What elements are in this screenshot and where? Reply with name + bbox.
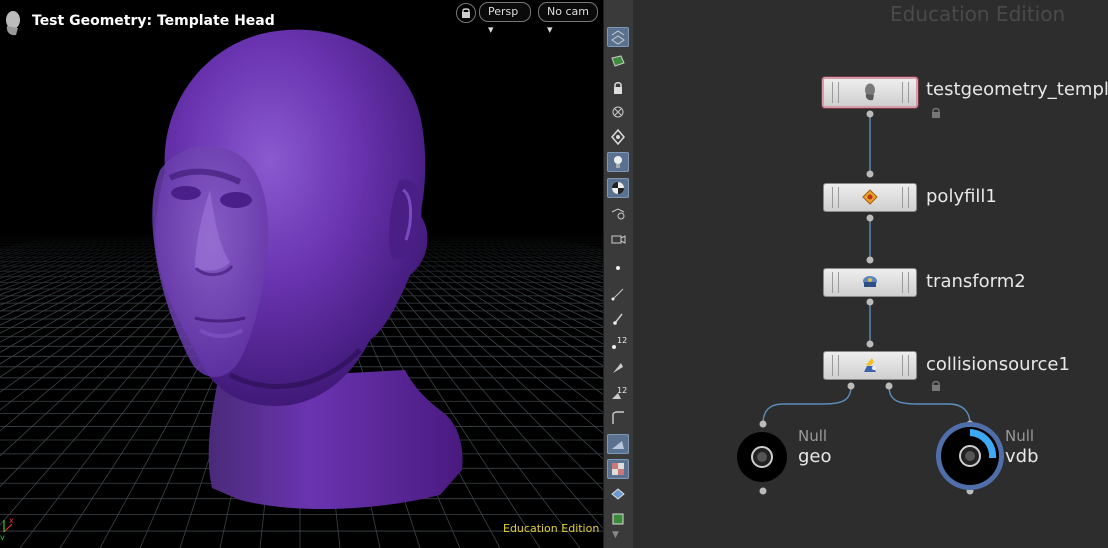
display-options-toolbar: 12 12 ▼ (603, 0, 634, 548)
node-collisionsource[interactable] (823, 351, 917, 380)
chevron-down-icon[interactable]: ▼ (612, 530, 619, 540)
toolbar-button-camera[interactable] (607, 228, 629, 248)
axis-y-label: y (0, 533, 5, 540)
point-display-icon (616, 266, 620, 270)
node-transform[interactable] (823, 268, 917, 297)
null-type-label-vdb: Null (1005, 427, 1035, 445)
head-icon (860, 82, 880, 102)
node-testgeometry[interactable] (822, 77, 918, 108)
node-label-polyfill[interactable]: polyfill1 (926, 186, 997, 207)
toolbar-button-vertex[interactable] (607, 358, 629, 378)
snapshot-icon (611, 488, 625, 500)
axis-gizmo: x y (0, 516, 14, 540)
lock-icon (932, 107, 940, 118)
checker-icon (612, 463, 624, 475)
toolbar-button-lock[interactable] (607, 78, 629, 98)
display-wireframe-icon (611, 30, 625, 45)
display-flag-icon (936, 422, 1004, 490)
perspective-label: Persp (488, 5, 519, 18)
head-geometry (152, 29, 463, 510)
visualizer-icon (611, 208, 625, 220)
toolbar-button-snapshot[interactable] (607, 484, 629, 504)
null-name-label-vdb[interactable]: vdb (1005, 446, 1039, 467)
toolbar-button-prim-normal[interactable] (607, 308, 629, 328)
show-guides-icon (611, 128, 625, 146)
head-icon (6, 11, 20, 36)
toolbar-button-checker[interactable] (607, 459, 629, 479)
perspective-menu[interactable]: Persp ▾ (479, 2, 531, 36)
uv-display-icon (612, 411, 624, 424)
shading-mode-icon (612, 182, 624, 194)
toolbar-button-ghost[interactable] (607, 102, 629, 122)
overlay-icon (612, 513, 624, 525)
transform-icon (860, 272, 880, 292)
toolbar-button-template-display[interactable] (607, 52, 629, 72)
null-icon (751, 446, 773, 468)
network-editor[interactable]: Education Edition testgeometry_templ pol… (633, 0, 1108, 548)
node-label-testgeometry[interactable]: testgeometry_templ (926, 79, 1108, 100)
null-node-vdb[interactable] (934, 420, 1006, 492)
lighting-icon (614, 156, 622, 168)
scene-viewport[interactable]: Test Geometry: Template Head Persp ▾ No … (0, 0, 603, 548)
node-label-transform[interactable]: transform2 (926, 271, 1026, 292)
polyfill-icon (860, 187, 880, 207)
point-number-icon: 12 (612, 336, 627, 349)
axis-x-label: x (9, 516, 14, 525)
camera-icon (611, 235, 626, 244)
null-type-label-geo: Null (798, 427, 828, 445)
viewport-watermark: Education Edition (503, 522, 600, 535)
camera-label: No cam (547, 5, 589, 18)
template-display-icon (611, 55, 625, 67)
wire (762, 385, 852, 425)
null-name-label-geo[interactable]: geo (798, 446, 832, 467)
toolbar-button-point-number[interactable]: 12 (607, 333, 629, 353)
point-normal-icon (611, 288, 624, 301)
toolbar-button-backface[interactable] (607, 434, 629, 454)
toolbar-button-prim-number[interactable]: 12 (607, 383, 629, 403)
chevron-down-icon: ▾ (488, 23, 494, 36)
null-node-geo[interactable] (737, 432, 787, 482)
toolbar-button-display-wireframe[interactable] (607, 27, 629, 47)
toolbar-button-point-display[interactable] (607, 258, 629, 278)
viewport-lock-button[interactable] (456, 3, 476, 23)
chevron-down-icon: ▾ (547, 23, 553, 36)
toolbar-button-show-guides[interactable] (607, 127, 629, 147)
toolbar-button-lighting[interactable] (607, 152, 629, 172)
collision-icon (860, 355, 880, 375)
prim-number-icon: 12 (612, 386, 627, 399)
ghost-icon (612, 106, 624, 118)
node-polyfill[interactable] (823, 183, 917, 212)
svg-text:12: 12 (617, 336, 627, 345)
toolbar-button-uv-display[interactable] (607, 408, 629, 428)
node-label-collisionsource[interactable]: collisionsource1 (926, 354, 1070, 375)
backface-icon (612, 441, 624, 449)
camera-menu[interactable]: No cam ▾ (538, 2, 598, 36)
toolbar-button-point-normal[interactable] (607, 284, 629, 304)
toolbar-button-shading-mode[interactable] (607, 178, 629, 198)
svg-text:12: 12 (617, 386, 627, 395)
viewport-title: Test Geometry: Template Head (32, 13, 275, 29)
prim-normal-icon (613, 313, 623, 325)
vertex-icon (613, 363, 623, 373)
toolbar-button-visualizer[interactable] (607, 203, 629, 223)
lock-icon (614, 82, 622, 94)
lock-icon (932, 380, 940, 391)
lock-icon (462, 8, 470, 18)
toolbar-button-overlay[interactable] (607, 509, 629, 529)
